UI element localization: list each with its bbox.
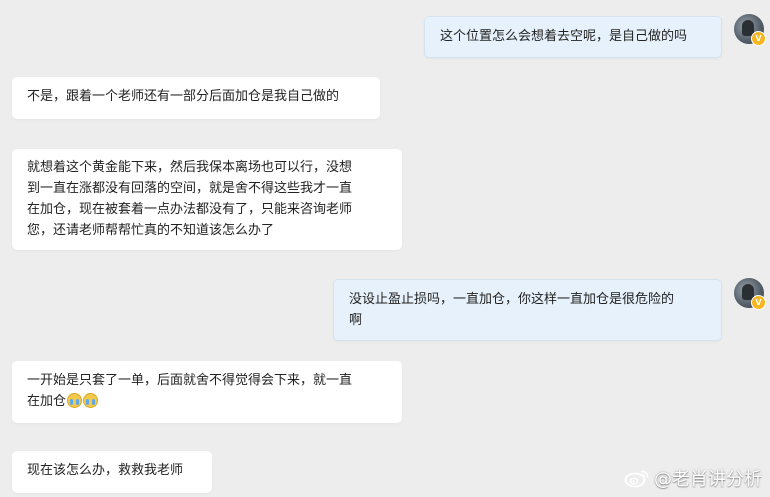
message-line: 就想着这个黄金能下来，然后我保本离场也可以行，没想 xyxy=(27,160,353,175)
message-bubble-incoming: 一开始是只套了一单，后面就舍不得觉得会下来，就一直 在加仓 xyxy=(12,361,402,423)
message-line: 在加仓，现在被套着一点办法都没有了，只能来咨询老师 xyxy=(27,202,353,217)
message-text: 这个位置怎么会想着去空呢，是自己做的吗 xyxy=(440,29,688,44)
message-line: 没设止盈止损吗，一直加仓，你这样一直加仓是很危险的 xyxy=(349,292,675,307)
message-line: 啊 xyxy=(349,313,363,328)
message-line: 到一直在涨都没有回落的空间，就是舍不得这些我才一直 xyxy=(27,181,353,196)
message-text: 不是，跟着一个老师还有一部分后面加仓是我自己做的 xyxy=(27,89,340,104)
message-bubble-incoming: 不是，跟着一个老师还有一部分后面加仓是我自己做的 xyxy=(12,77,380,119)
message-line: 您，还请老师帮帮忙真的不知道该怎么办了 xyxy=(27,223,275,238)
message-text: 在加仓 xyxy=(27,394,67,409)
crying-face-icon xyxy=(67,393,83,408)
verified-badge-icon: V xyxy=(751,295,766,310)
message-line: 一开始是只套了一单，后面就舍不得觉得会下来，就一直 xyxy=(27,373,353,388)
message-bubble-outgoing: 没设止盈止损吗，一直加仓，你这样一直加仓是很危险的 啊 xyxy=(333,279,722,341)
watermark: @老肖讲分析 xyxy=(624,465,762,491)
watermark-text: @老肖讲分析 xyxy=(654,469,762,490)
verified-badge-icon: V xyxy=(751,31,766,46)
avatar[interactable]: V xyxy=(734,278,766,310)
message-line: 在加仓 xyxy=(27,391,387,412)
chat-window: 这个位置怎么会想着去空呢，是自己做的吗 V 不是，跟着一个老师还有一部分后面加仓… xyxy=(0,0,770,497)
message-bubble-incoming: 就想着这个黄金能下来，然后我保本离场也可以行，没想 到一直在涨都没有回落的空间，… xyxy=(12,149,402,250)
message-bubble-incoming: 现在该怎么办，救救我老师 xyxy=(12,451,212,493)
message-text: 现在该怎么办，救救我老师 xyxy=(27,463,184,478)
weibo-logo-icon xyxy=(624,470,649,488)
avatar[interactable]: V xyxy=(734,14,766,46)
message-bubble-outgoing: 这个位置怎么会想着去空呢，是自己做的吗 xyxy=(424,16,722,58)
crying-face-icon xyxy=(83,393,99,408)
